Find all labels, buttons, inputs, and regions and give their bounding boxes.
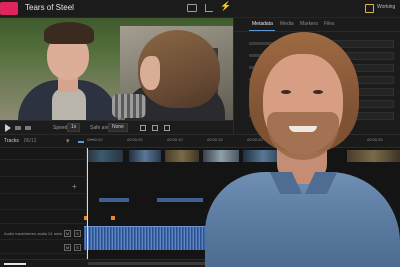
- track-header[interactable]: [0, 165, 87, 177]
- funnel-icon[interactable]: ▾: [66, 138, 70, 145]
- presenter-photo: [205, 32, 400, 267]
- plus-icon[interactable]: +: [72, 183, 77, 191]
- audio-clip[interactable]: [99, 198, 129, 202]
- video-clip[interactable]: [129, 150, 161, 162]
- bolt-icon[interactable]: ⚡: [220, 2, 231, 11]
- video-clip[interactable]: [165, 150, 199, 162]
- audio-clip[interactable]: [157, 198, 203, 202]
- track-headers: + Audio track/stereo audio 01 mixer (2 c…: [0, 148, 87, 259]
- robot-hand: [112, 94, 146, 118]
- mute-button[interactable]: M: [64, 244, 71, 251]
- safe-area-select[interactable]: None: [108, 123, 128, 132]
- speed-select[interactable]: 1x: [67, 123, 81, 132]
- frame-step-buttons[interactable]: [13, 124, 53, 132]
- timeline-marker[interactable]: [111, 216, 115, 220]
- next-frame-icon[interactable]: [25, 126, 31, 130]
- track-header[interactable]: [0, 212, 87, 224]
- top-bar: Tears of Steel ⚡ Working: [0, 0, 400, 18]
- crop-icon[interactable]: [152, 125, 158, 131]
- app-logo-icon[interactable]: [0, 2, 18, 15]
- monitor-icon[interactable]: [187, 4, 197, 12]
- video-viewer[interactable]: [0, 18, 233, 120]
- solo-button[interactable]: S: [74, 244, 81, 251]
- tracks-label: Tracks: [4, 138, 19, 144]
- audio-track-header[interactable]: Audio track/stereo audio 01 mixer (2 ch)…: [0, 228, 87, 240]
- marker-icon[interactable]: [78, 140, 84, 143]
- tab-metadata[interactable]: Metadata: [252, 21, 273, 27]
- actress-face: [140, 56, 160, 90]
- mode-toggle-icon[interactable]: [365, 4, 374, 13]
- active-tab-indicator: [249, 30, 275, 31]
- actor-shirt: [52, 88, 86, 120]
- play-icon[interactable]: [5, 124, 11, 132]
- track-header[interactable]: [0, 198, 87, 210]
- presenter-shirt: [205, 172, 400, 267]
- track-header[interactable]: [0, 148, 87, 160]
- prev-frame-icon[interactable]: [15, 126, 21, 130]
- viewer-controls: Speed 1x Safe area None: [0, 120, 233, 134]
- presenter-mouth: [289, 126, 317, 132]
- project-title: Tears of Steel: [25, 3, 74, 12]
- actor-hair: [44, 22, 94, 44]
- track-header[interactable]: M S: [0, 242, 87, 254]
- presenter-eye: [313, 90, 323, 94]
- zoom-slider[interactable]: [4, 263, 26, 265]
- playhead[interactable]: [87, 148, 88, 259]
- share-icon[interactable]: [205, 4, 213, 12]
- inspector-tabs: Metadata Media Markers Files: [234, 18, 400, 32]
- speed-label: Speed: [53, 125, 68, 131]
- track-header[interactable]: +: [0, 182, 87, 194]
- track-count: 86/12: [24, 138, 37, 144]
- ruler-tick: 00:00:05: [127, 137, 143, 142]
- presenter-eye: [281, 90, 291, 94]
- solo-button[interactable]: S: [74, 230, 81, 237]
- ruler-tick: 00:00:00: [87, 137, 103, 142]
- ruler-tick: 00:00:10: [167, 137, 183, 142]
- timeline-scrollbar[interactable]: [88, 262, 208, 265]
- audio-waveform[interactable]: [84, 226, 206, 250]
- mute-button[interactable]: M: [64, 230, 71, 237]
- fullscreen-icon[interactable]: [140, 125, 146, 131]
- expand-icon[interactable]: [164, 125, 170, 131]
- video-clip[interactable]: [87, 150, 123, 162]
- tab-media[interactable]: Media: [280, 21, 294, 27]
- workspace-menu[interactable]: Working: [377, 4, 395, 10]
- tab-files[interactable]: Files: [324, 21, 335, 27]
- audio-track-label: Audio track/stereo audio 01 mixer (2 ch): [4, 231, 62, 236]
- tab-markers[interactable]: Markers: [300, 21, 318, 27]
